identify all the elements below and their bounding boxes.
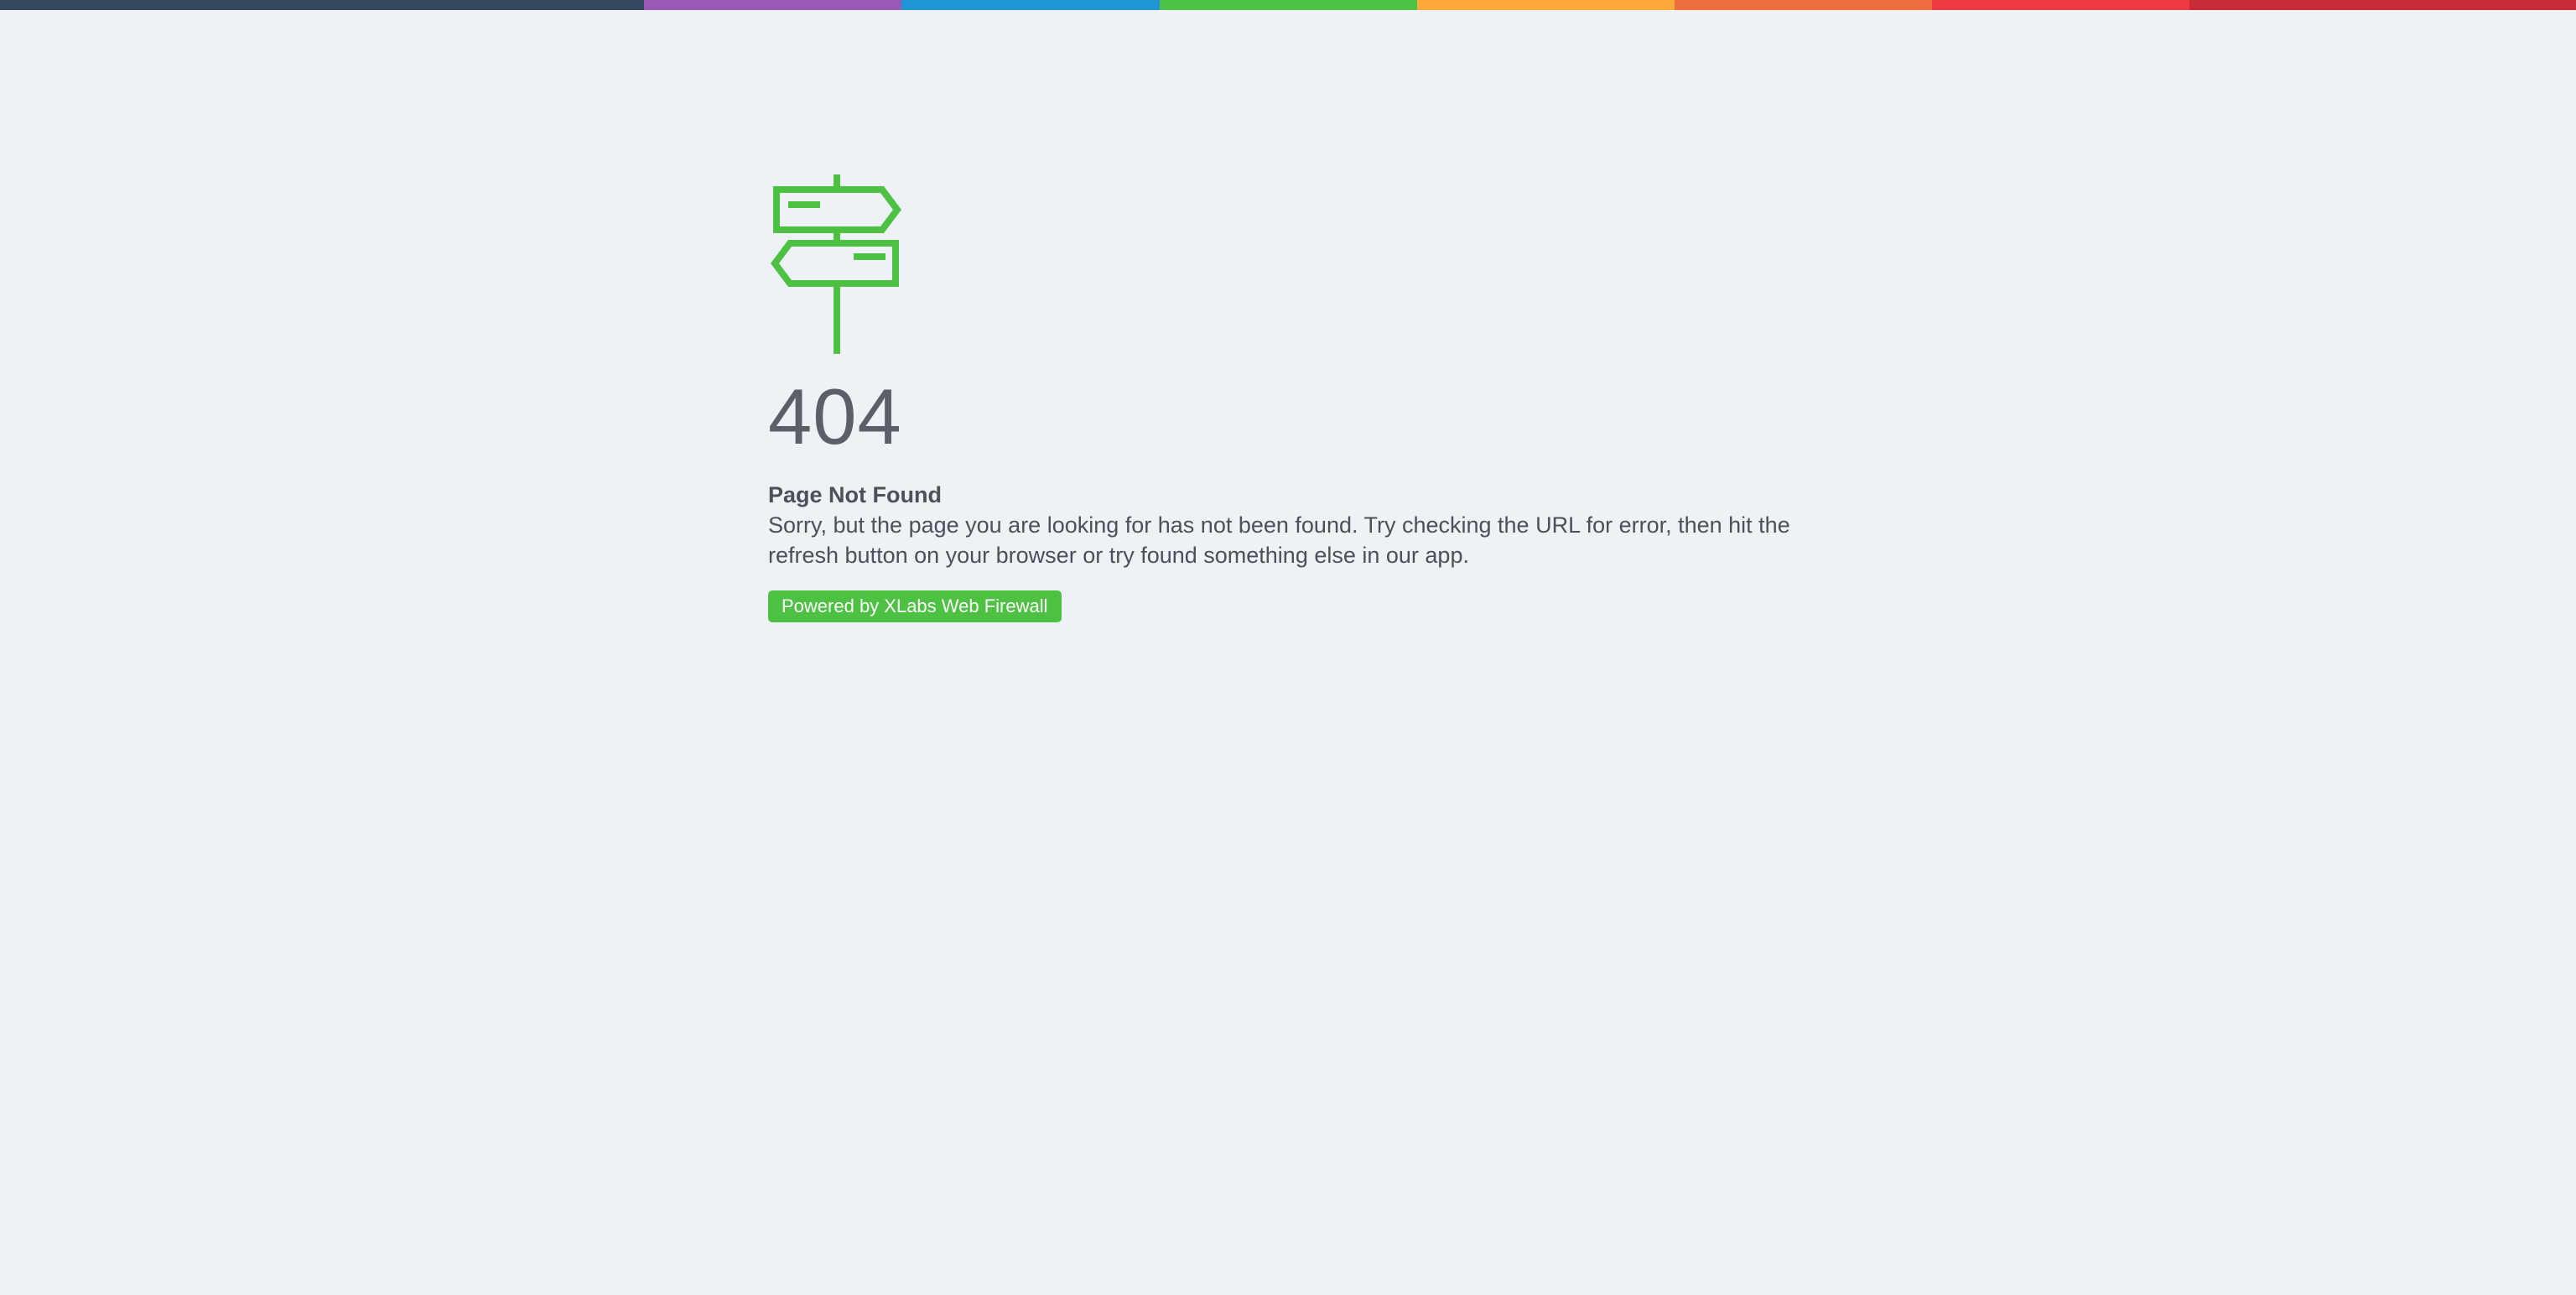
powered-by-badge[interactable]: Powered by XLabs Web Firewall [768, 590, 1062, 622]
color-bar-segment [901, 0, 1160, 10]
color-bar-segment [644, 0, 901, 10]
color-bar-segment [1675, 0, 1932, 10]
error-content: 404 Page Not Found Sorry, but the page y… [768, 171, 1825, 622]
error-title: Page Not Found [768, 482, 942, 507]
error-message: Sorry, but the page you are looking for … [768, 512, 1790, 568]
color-bar-segment [2189, 0, 2576, 10]
color-bar-segment [1417, 0, 1675, 10]
color-bar-segment [0, 0, 644, 10]
color-bar-segment [1160, 0, 1417, 10]
top-color-bar [0, 0, 2576, 10]
signpost-icon [771, 174, 901, 354]
error-code: 404 [768, 372, 902, 460]
color-bar-segment [1932, 0, 2189, 10]
